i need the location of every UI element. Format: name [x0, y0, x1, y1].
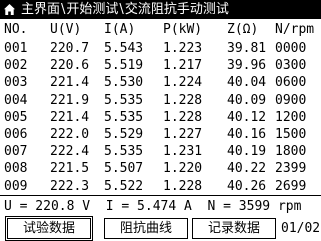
- table-row: 002 220.6 5.519 1.217 39.96 0300: [0, 57, 321, 74]
- column-header-speed: N/rpm: [275, 22, 315, 37]
- reading-spacer: [90, 198, 106, 215]
- row-voltage-cell: 221.9: [50, 92, 90, 108]
- reading-spacer: [192, 198, 208, 215]
- row-current-cell: 5.535: [104, 144, 144, 160]
- row-no-cell: 003: [4, 75, 28, 91]
- row-voltage-cell: 221.5: [50, 161, 90, 177]
- row-power-cell: 1.231: [163, 144, 203, 160]
- table-row: 007 222.4 5.535 1.231 40.19 1800: [0, 143, 321, 160]
- row-impedance-cell: 40.16: [227, 126, 267, 142]
- divider: [0, 195, 321, 196]
- table-header: NO. U(V) I(A) P(kW) Z(Ω) N/rpm: [0, 21, 321, 38]
- row-speed-cell: 1200: [275, 109, 307, 125]
- row-power-cell: 1.228: [163, 178, 203, 194]
- breadcrumb-item-main[interactable]: 主界面: [21, 0, 60, 19]
- table-row: 006 222.0 5.529 1.227 40.16 1500: [0, 126, 321, 143]
- row-impedance-cell: 39.96: [227, 58, 267, 74]
- row-impedance-cell: 40.09: [227, 92, 267, 108]
- row-no-cell: 001: [4, 41, 28, 56]
- column-header-power: P(kW): [163, 22, 203, 37]
- row-no-cell: 006: [4, 126, 28, 142]
- row-voltage-cell: 221.4: [50, 109, 90, 125]
- test-data-button[interactable]: 试验数据: [5, 216, 93, 241]
- impedance-curve-button[interactable]: 阻抗曲线: [104, 218, 188, 239]
- row-current-cell: 5.522: [104, 178, 144, 194]
- table-row: 009 222.3 5.522 1.228 40.26 2699: [0, 178, 321, 195]
- row-current-cell: 5.543: [104, 41, 144, 56]
- row-no-cell: 007: [4, 144, 28, 160]
- row-power-cell: 1.227: [163, 126, 203, 142]
- page-title: 交流阻抗手动测试: [124, 2, 229, 17]
- row-no-cell: 004: [4, 92, 28, 108]
- table-row: 001 220.7 5.543 1.223 39.81 0000: [0, 40, 321, 57]
- record-data-button[interactable]: 记录数据: [192, 218, 276, 239]
- row-impedance-cell: 40.12: [227, 109, 267, 125]
- breadcrumb-item-start-test[interactable]: 开始测试: [66, 0, 118, 19]
- column-header-impedance: Z(Ω): [227, 22, 259, 37]
- row-no-cell: 002: [4, 58, 28, 74]
- row-no-cell: 008: [4, 161, 28, 177]
- row-current-cell: 5.535: [104, 92, 144, 108]
- title-bar: 主界面 \ 开始测试 \ 交流阻抗手动测试: [0, 0, 321, 19]
- table-row: 005 221.4 5.535 1.228 40.12 1200: [0, 109, 321, 126]
- row-speed-cell: 1500: [275, 126, 307, 142]
- row-voltage-cell: 222.3: [50, 178, 90, 194]
- row-speed-cell: 0900: [275, 92, 307, 108]
- row-current-cell: 5.535: [104, 109, 144, 125]
- row-power-cell: 1.220: [163, 161, 203, 177]
- row-current-cell: 5.530: [104, 75, 144, 91]
- live-readings: U = 220.8 V I = 5.474 A N = 3599 rpm: [4, 198, 301, 215]
- footer-toolbar: 试验数据 阻抗曲线 记录数据 01/02: [0, 216, 321, 241]
- breadcrumb: 主界面 \ 开始测试 \ 交流阻抗手动测试: [21, 0, 229, 19]
- row-voltage-cell: 220.7: [50, 41, 90, 56]
- row-power-cell: 1.228: [163, 92, 203, 108]
- row-no-cell: 005: [4, 109, 28, 125]
- row-voltage-cell: 221.4: [50, 75, 90, 91]
- row-power-cell: 1.223: [163, 41, 203, 56]
- row-current-cell: 5.507: [104, 161, 144, 177]
- current-reading: I = 5.474 A: [105, 199, 192, 214]
- row-impedance-cell: 40.22: [227, 161, 267, 177]
- row-speed-cell: 2399: [275, 161, 307, 177]
- breadcrumb-separator: \: [61, 2, 66, 17]
- row-power-cell: 1.224: [163, 75, 203, 91]
- home-icon[interactable]: [2, 2, 17, 17]
- row-speed-cell: 2699: [275, 178, 307, 194]
- speed-reading: N = 3599 rpm: [207, 199, 302, 214]
- row-power-cell: 1.228: [163, 109, 203, 125]
- row-power-cell: 1.217: [163, 58, 203, 74]
- row-no-cell: 009: [4, 178, 28, 194]
- row-impedance-cell: 40.19: [227, 144, 267, 160]
- row-speed-cell: 0300: [275, 58, 307, 74]
- table-row: 003 221.4 5.530 1.224 40.04 0600: [0, 74, 321, 91]
- row-current-cell: 5.519: [104, 58, 144, 74]
- row-impedance-cell: 40.04: [227, 75, 267, 91]
- column-header-voltage: U(V): [50, 22, 82, 37]
- row-voltage-cell: 220.6: [50, 58, 90, 74]
- column-header-no: NO.: [4, 22, 28, 37]
- row-speed-cell: 0600: [275, 75, 307, 91]
- row-speed-cell: 1800: [275, 144, 307, 160]
- table-row: 004 221.9 5.535 1.228 40.09 0900: [0, 92, 321, 109]
- breadcrumb-separator: \: [119, 2, 124, 17]
- row-current-cell: 5.529: [104, 126, 144, 142]
- row-voltage-cell: 222.0: [50, 126, 90, 142]
- row-impedance-cell: 40.26: [227, 178, 267, 194]
- voltage-reading: U = 220.8 V: [4, 199, 91, 214]
- data-table: 001 220.7 5.543 1.223 39.81 0000 002 220.6 5.519…: [0, 40, 321, 195]
- column-header-current: I(A): [104, 22, 136, 37]
- row-impedance-cell: 39.81: [227, 41, 267, 56]
- row-speed-cell: 0000: [275, 41, 307, 56]
- page-indicator: 01/02: [281, 221, 321, 236]
- table-row: 008 221.5 5.507 1.220 40.22 2399: [0, 160, 321, 177]
- row-voltage-cell: 222.4: [50, 144, 90, 160]
